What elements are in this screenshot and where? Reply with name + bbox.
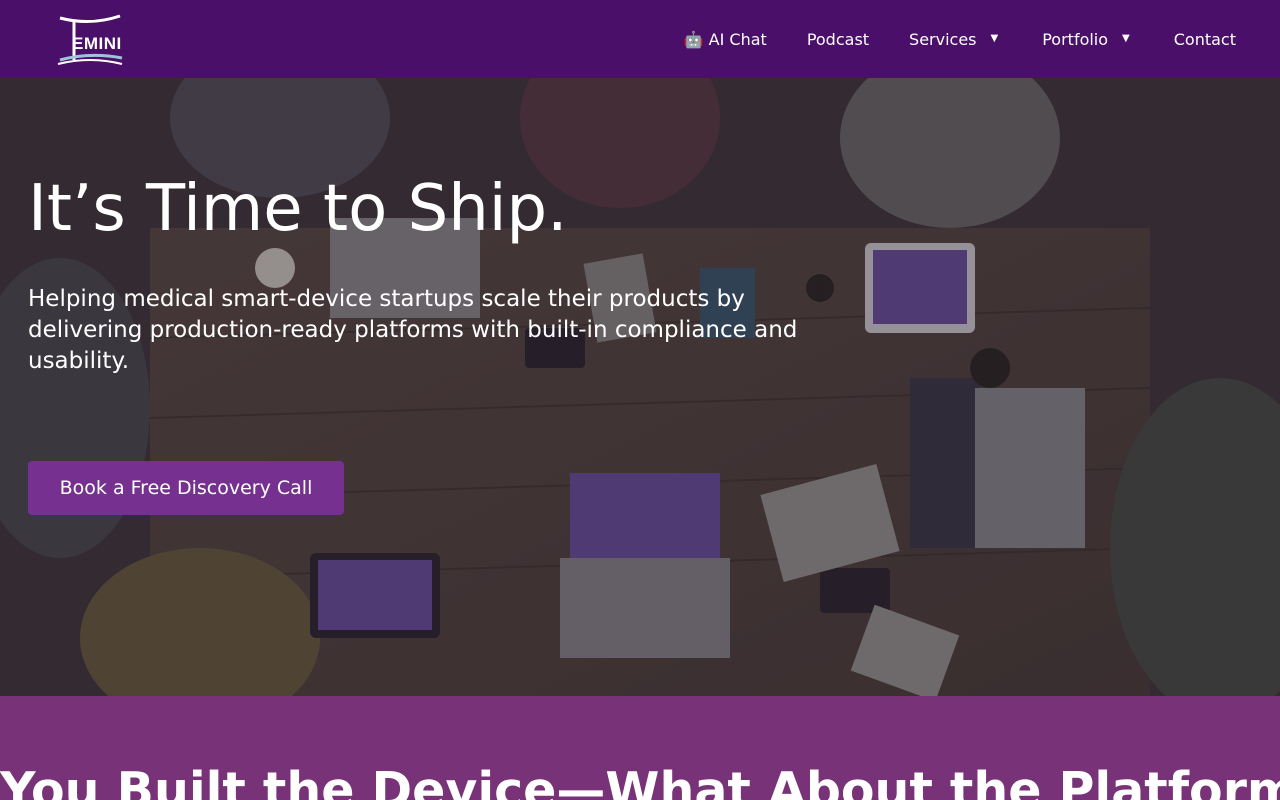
nav-ai-chat-label: AI Chat xyxy=(708,29,767,49)
hero-title: It’s Time to Ship. xyxy=(28,172,568,246)
nav-contact-label: Contact xyxy=(1173,29,1236,49)
nav-services[interactable]: Services ▼ xyxy=(909,30,998,49)
hero-section: It’s Time to Ship. Helping medical smart… xyxy=(0,78,1280,696)
nav-contact[interactable]: Contact xyxy=(1174,30,1236,49)
hero-overlay xyxy=(0,78,1280,696)
caret-down-icon: ▼ xyxy=(990,33,999,44)
hero-subtitle: Helping medical smart-device startups sc… xyxy=(28,286,798,374)
nav-podcast-label: Podcast xyxy=(806,29,870,49)
main-nav: 🤖 AI Chat Podcast Services ▼ Portfolio ▼… xyxy=(684,0,1236,78)
book-discovery-call-button[interactable]: Book a Free Discovery Call xyxy=(28,461,344,515)
nav-podcast[interactable]: Podcast xyxy=(807,30,869,49)
top-navbar: EMINI 🤖 AI Chat Podcast Services ▼ Portf… xyxy=(0,0,1280,78)
nav-portfolio[interactable]: Portfolio ▼ xyxy=(1042,30,1130,49)
logo-text: EMINI xyxy=(72,34,122,53)
nav-ai-chat[interactable]: 🤖 AI Chat xyxy=(684,30,767,49)
nav-services-label: Services xyxy=(909,29,977,49)
robot-icon: 🤖 xyxy=(683,29,704,49)
brand-logo[interactable]: EMINI xyxy=(56,14,126,66)
section-title: You Built the Device—What About the Plat… xyxy=(0,762,1280,800)
nav-portfolio-label: Portfolio xyxy=(1042,29,1109,49)
caret-down-icon: ▼ xyxy=(1122,33,1130,44)
platform-section: You Built the Device—What About the Plat… xyxy=(0,696,1280,800)
